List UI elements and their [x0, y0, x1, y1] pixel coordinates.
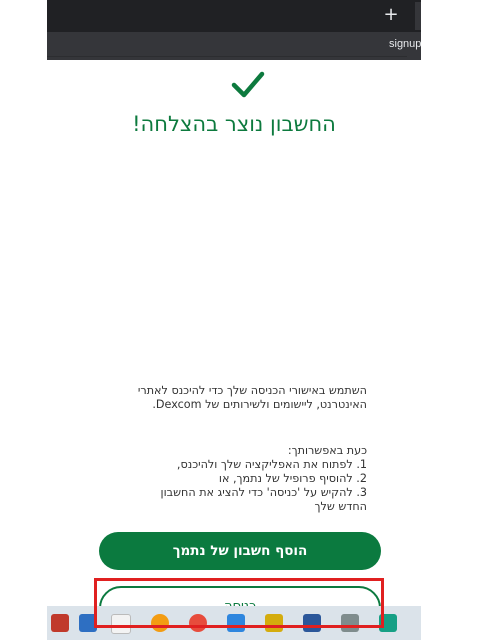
- page-title: החשבון נוצר בהצלחה!: [132, 112, 336, 136]
- success-check-icon: [231, 71, 265, 98]
- browser-tab-edge[interactable]: [415, 2, 421, 30]
- options-list: 1. לפתוח את האפליקציה שלך ולהיכנס, 2. לה…: [105, 458, 367, 514]
- options-heading: כעת באפשרותך:: [287, 444, 367, 457]
- login-highlight-box: [94, 578, 384, 628]
- intro-text: השתמש באישורי הכניסה שלך כדי להיכנס לאתר…: [105, 384, 367, 412]
- app-icon-1[interactable]: [51, 614, 69, 632]
- tab-signup[interactable]: signup: [389, 38, 421, 50]
- add-follower-button[interactable]: הוסף חשבון של נתמך: [99, 532, 381, 570]
- intro-line-1: השתמש באישורי הכניסה שלך כדי להיכנס לאתר…: [137, 384, 367, 397]
- list-item: החדש שלך: [314, 500, 367, 513]
- address-bar[interactable]: [47, 36, 407, 57]
- browser-toolbar: signup: [47, 32, 421, 60]
- new-tab-button[interactable]: +: [381, 4, 401, 26]
- browser-window: + signup החשבון נוצר בהצלחה! השתמש באישו…: [47, 0, 421, 640]
- browser-tab-strip: +: [47, 0, 421, 32]
- list-item: 2. להוסיף פרופיל של נתמך, או: [218, 472, 367, 485]
- list-item: 3. להקיש על 'כניסה' כדי להציג את החשבון: [160, 486, 367, 499]
- list-item: 1. לפתוח את האפליקציה שלך ולהיכנס,: [176, 458, 367, 471]
- intro-line-2: האינטרנט, ליישומים ולשירותים של Dexcom.: [152, 398, 367, 411]
